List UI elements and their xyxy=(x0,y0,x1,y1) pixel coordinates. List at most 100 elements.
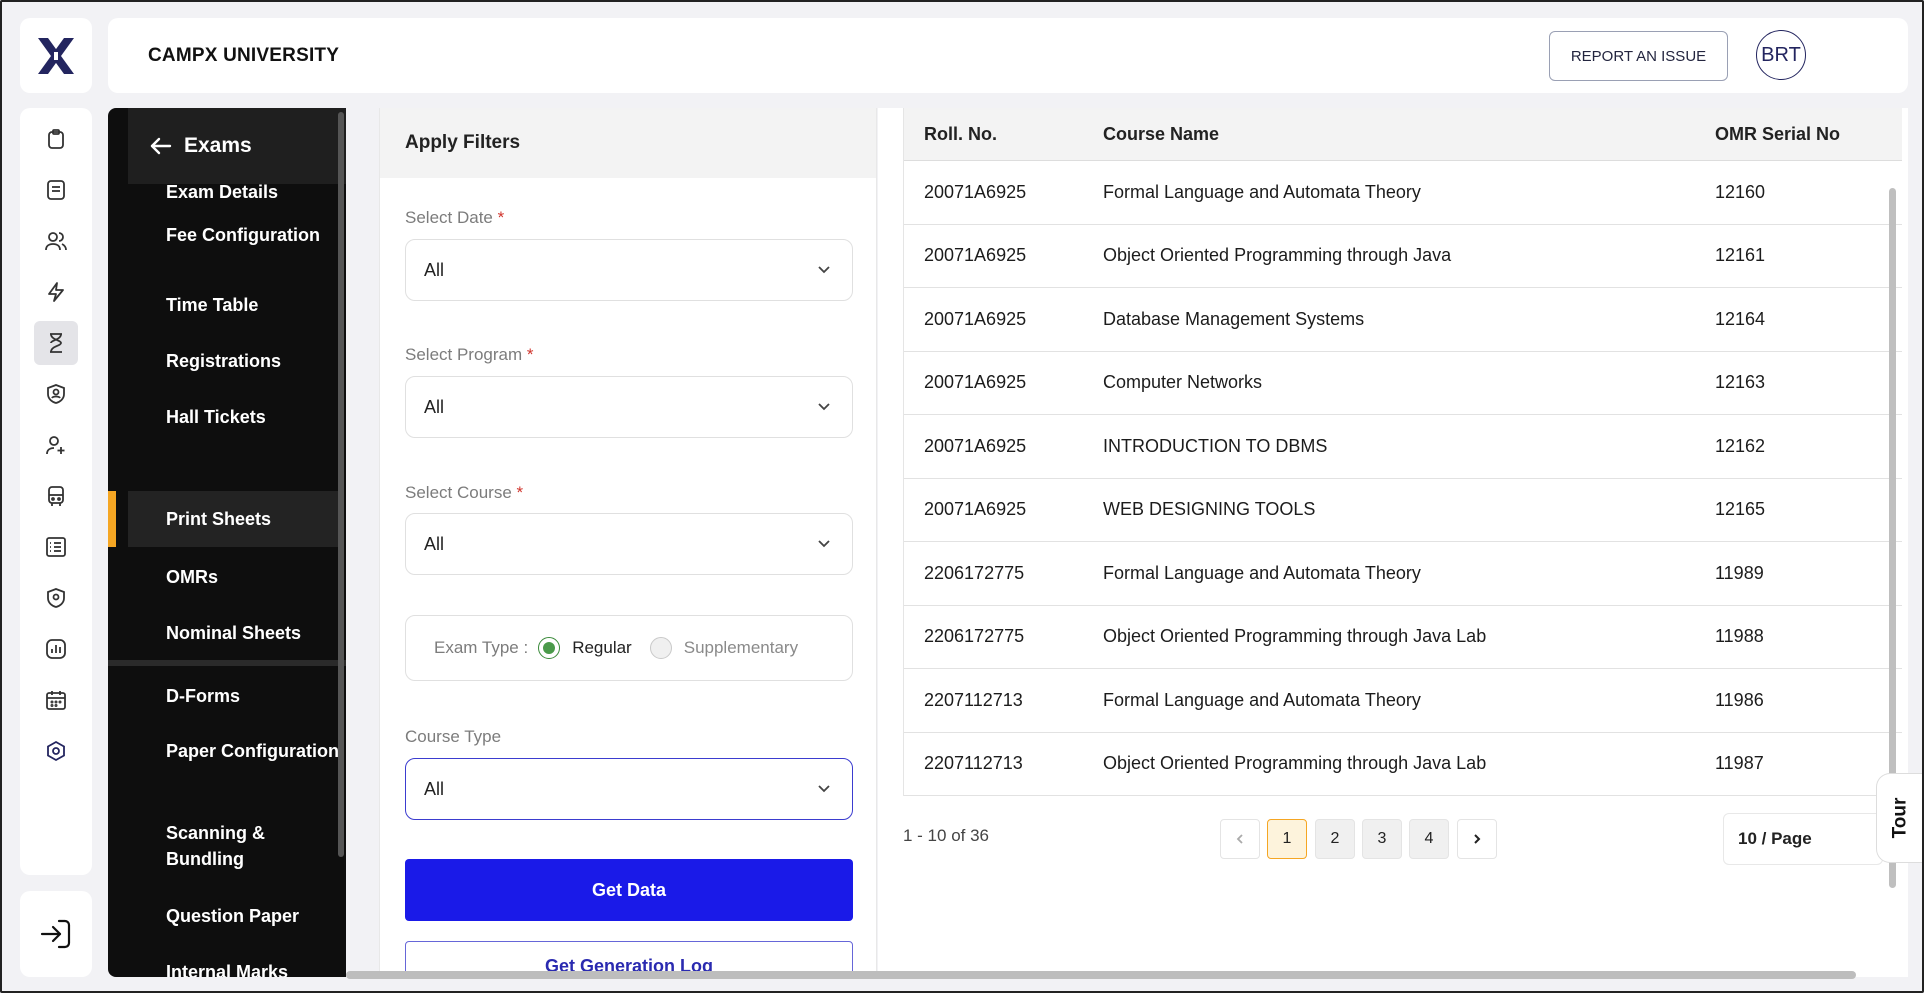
date-value: All xyxy=(424,259,445,280)
lightning-icon[interactable] xyxy=(34,270,78,314)
table-row[interactable]: 20071A6925 Object Oriented Programming th… xyxy=(904,225,1902,288)
cell-roll-no: 20071A6925 xyxy=(924,308,1027,329)
results-area: Roll. No. Course Name OMR Serial No 2007… xyxy=(878,108,1908,977)
nav-print-sheets[interactable]: Print Sheets xyxy=(108,491,340,547)
avatar[interactable]: BRT xyxy=(1756,30,1806,80)
course-value: All xyxy=(424,533,445,554)
date-select[interactable]: All xyxy=(405,239,853,301)
back-to-exams[interactable]: Exams xyxy=(128,108,346,184)
sidenav-scrollbar[interactable] xyxy=(338,112,344,857)
cell-roll-no: 20071A6925 xyxy=(924,245,1027,266)
logout-button[interactable] xyxy=(20,891,92,977)
document-icon[interactable] xyxy=(34,168,78,212)
prev-page-button[interactable] xyxy=(1220,819,1260,859)
cell-course-name: Formal Language and Automata Theory xyxy=(1103,562,1421,583)
chevron-left-icon xyxy=(1236,834,1243,844)
table-row[interactable]: 2207112713 Object Oriented Programming th… xyxy=(904,733,1902,796)
radio-supplementary[interactable] xyxy=(649,637,672,659)
column-course-name[interactable]: Course Name xyxy=(1103,124,1715,145)
chart-icon[interactable] xyxy=(34,627,78,671)
shield-user-icon[interactable] xyxy=(34,372,78,416)
course-type-label: Course Type xyxy=(405,727,502,746)
program-select[interactable]: All xyxy=(405,376,853,438)
cell-course-name: Formal Language and Automata Theory xyxy=(1103,181,1421,202)
cell-course-name: WEB DESIGNING TOOLS xyxy=(1103,499,1316,520)
tour-tab[interactable]: Tour xyxy=(1876,773,1922,863)
radio-regular-label[interactable]: Regular xyxy=(572,638,632,658)
cell-roll-no: 20071A6925 xyxy=(924,435,1027,456)
nav-omrs[interactable]: OMRs xyxy=(128,564,340,592)
cell-roll-no: 2206172775 xyxy=(924,562,1025,583)
nav-divider xyxy=(108,660,346,666)
table-row[interactable]: 2207112713 Formal Language and Automata T… xyxy=(904,669,1902,733)
page-2-button[interactable]: 2 xyxy=(1315,819,1355,859)
program-label: Select Program * xyxy=(405,345,534,364)
nav-d-forms[interactable]: D-Forms xyxy=(128,683,340,711)
pagination-info: 1 - 10 of 36 xyxy=(903,826,990,845)
results-table: Roll. No. Course Name OMR Serial No 2007… xyxy=(903,108,1902,796)
horizontal-scrollbar[interactable] xyxy=(346,971,1856,979)
table-row[interactable]: 2206172775 Formal Language and Automata T… xyxy=(904,542,1902,606)
table-row[interactable]: 20071A6925 Computer Networks 12163 xyxy=(904,352,1902,415)
clipboard-icon[interactable] xyxy=(34,117,78,161)
filters-title: Apply Filters xyxy=(380,108,876,178)
cell-roll-no: 20071A6925 xyxy=(924,181,1027,202)
cell-course-name: Formal Language and Automata Theory xyxy=(1103,689,1421,710)
app-logo[interactable] xyxy=(20,18,92,93)
table-row[interactable]: 20071A6925 Formal Language and Automata T… xyxy=(904,161,1902,225)
nav-nominal-sheets[interactable]: Nominal Sheets xyxy=(128,620,340,648)
cell-course-name: Computer Networks xyxy=(1103,372,1263,393)
course-type-value: All xyxy=(424,778,445,799)
table-body: 20071A6925 Formal Language and Automata T… xyxy=(904,161,1902,796)
report-issue-button[interactable]: REPORT AN ISSUE xyxy=(1549,31,1728,81)
cell-omr-serial: 12163 xyxy=(1715,372,1766,393)
table-row[interactable]: 20071A6925 WEB DESIGNING TOOLS 12165 xyxy=(904,479,1902,542)
page-3-button[interactable]: 3 xyxy=(1362,819,1402,859)
table-header: Roll. No. Course Name OMR Serial No xyxy=(904,108,1902,161)
nav-hall-tickets[interactable]: Hall Tickets xyxy=(128,404,340,432)
cell-omr-serial: 11987 xyxy=(1715,753,1764,774)
cell-course-name: Object Oriented Programming through Java… xyxy=(1103,753,1487,774)
table-row[interactable]: 20071A6925 Database Management Systems 121… xyxy=(904,288,1902,352)
nav-scanning-bundling[interactable]: Scanning & Bundling xyxy=(128,820,340,876)
location-shield-icon[interactable] xyxy=(34,576,78,620)
nav-internal-marks[interactable]: Internal Marks xyxy=(128,959,340,977)
radio-regular[interactable] xyxy=(538,637,561,659)
settings-hex-icon[interactable] xyxy=(34,729,78,773)
table-row[interactable]: 20071A6925 INTRODUCTION TO DBMS 12162 xyxy=(904,415,1902,479)
nav-registrations[interactable]: Registrations xyxy=(128,348,340,376)
course-type-select[interactable]: All xyxy=(405,758,853,820)
cell-roll-no: 2206172775 xyxy=(924,626,1025,647)
cell-omr-serial: 12164 xyxy=(1715,308,1766,329)
exams-sidenav: Exams Exam Details Fee Configuration Tim… xyxy=(108,108,346,977)
campx-logo-icon xyxy=(38,37,74,74)
nav-question-paper[interactable]: Question Paper xyxy=(128,903,340,931)
cell-course-name: Database Management Systems xyxy=(1103,308,1365,329)
users-icon[interactable] xyxy=(34,219,78,263)
cell-omr-serial: 11989 xyxy=(1715,562,1764,583)
user-plus-icon[interactable] xyxy=(34,423,78,467)
page-size-select[interactable]: 10 / Page xyxy=(1723,813,1883,865)
table-row[interactable]: 2206172775 Object Oriented Programming th… xyxy=(904,606,1902,669)
course-label: Select Course * xyxy=(405,483,524,502)
nav-exam-details[interactable]: Exam Details xyxy=(128,179,340,207)
nav-time-table[interactable]: Time Table xyxy=(128,292,340,320)
nav-fee-configuration[interactable]: Fee Configuration xyxy=(128,222,340,278)
list-icon[interactable] xyxy=(34,525,78,569)
app-frame: CAMPX UNIVERSITY REPORT AN ISSUE BRT Exa… xyxy=(0,0,1924,993)
radio-supplementary-label[interactable]: Supplementary xyxy=(684,638,798,658)
column-roll-no[interactable]: Roll. No. xyxy=(904,124,1103,145)
cell-omr-serial: 12161 xyxy=(1715,245,1766,266)
get-data-button[interactable]: Get Data xyxy=(405,859,853,921)
chevron-down-icon xyxy=(818,540,830,548)
university-name: CAMPX UNIVERSITY xyxy=(148,44,340,66)
bus-icon[interactable] xyxy=(34,474,78,518)
next-page-button[interactable] xyxy=(1457,819,1497,859)
page-1-button[interactable]: 1 xyxy=(1267,819,1307,859)
page-4-button[interactable]: 4 xyxy=(1409,819,1449,859)
calendar-icon[interactable] xyxy=(34,678,78,722)
nav-paper-configuration[interactable]: Paper Configuration xyxy=(128,738,340,794)
hourglass-icon[interactable] xyxy=(34,321,78,365)
column-omr-serial[interactable]: OMR Serial No xyxy=(1715,124,1895,145)
course-select[interactable]: All xyxy=(405,513,853,575)
